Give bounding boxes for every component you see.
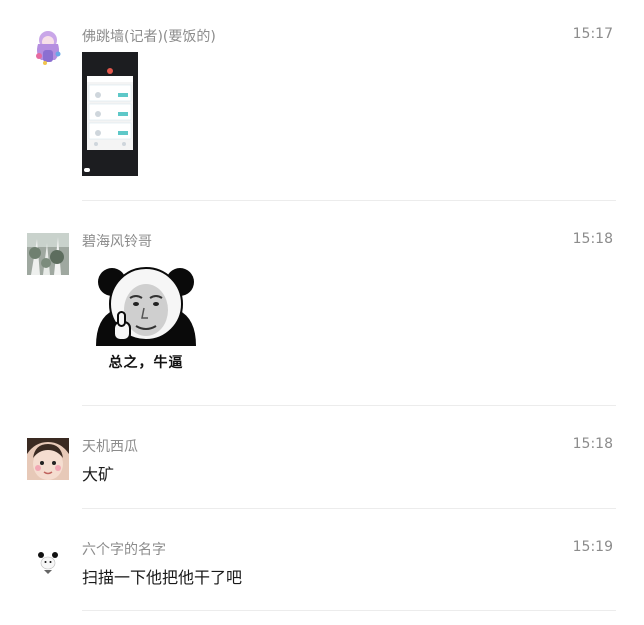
- phone-screenshot-thumbnail: [82, 52, 138, 176]
- sender-name: 佛跳墙(记者)(要饭的): [82, 29, 216, 45]
- panda-meme-sticker: [96, 267, 196, 346]
- message-divider: [82, 200, 616, 201]
- sender-avatar[interactable]: [27, 541, 69, 583]
- message-divider: [82, 610, 616, 611]
- message-text: 扫描一下他把他干了吧: [82, 568, 243, 587]
- message-text: 大矿: [82, 465, 115, 484]
- sender-name: 碧海风铃哥: [82, 234, 152, 250]
- message-time: 15:18: [572, 436, 613, 452]
- message-time: 15:18: [572, 231, 613, 247]
- message-time: 15:19: [572, 539, 613, 555]
- sender-avatar[interactable]: [27, 438, 69, 480]
- panda-face-avatar-icon: [27, 541, 69, 583]
- anime-girl-avatar-icon: [27, 26, 69, 68]
- sender-name: 六个字的名字: [82, 542, 166, 558]
- sticker-attachment[interactable]: 总之，牛逼: [92, 264, 200, 380]
- message-divider: [82, 405, 616, 406]
- sender-avatar[interactable]: [27, 26, 69, 68]
- image-attachment[interactable]: [82, 52, 138, 176]
- tree-photo-avatar-icon: [27, 233, 69, 275]
- sender-avatar[interactable]: [27, 233, 69, 275]
- sticker-caption: 总之，牛逼: [108, 355, 184, 371]
- message-time: 15:17: [572, 26, 613, 42]
- message-divider: [82, 508, 616, 509]
- child-photo-avatar-icon: [27, 438, 69, 480]
- sender-name: 天机西瓜: [82, 439, 138, 455]
